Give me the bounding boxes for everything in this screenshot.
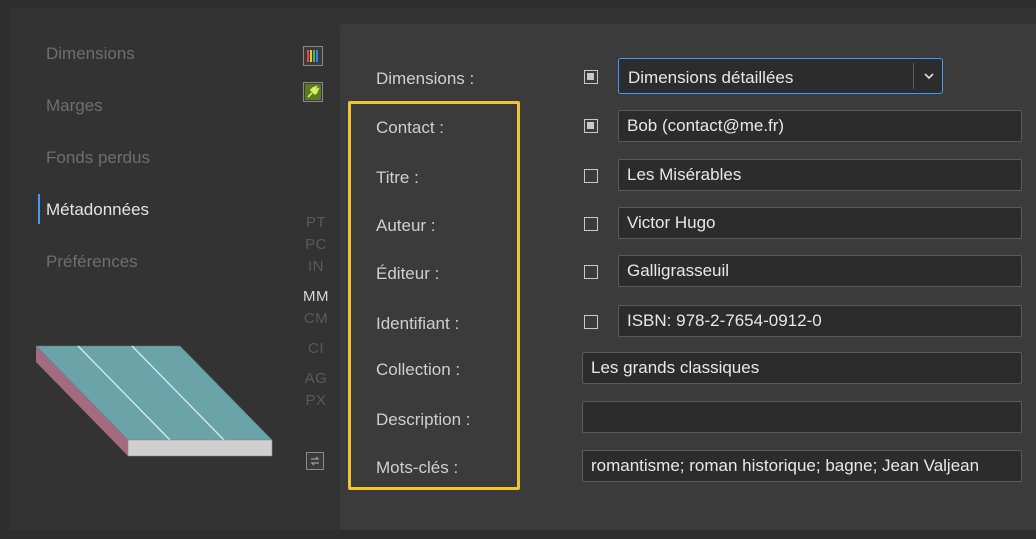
sidebar-item-dimensions[interactable]: Dimensions — [46, 44, 135, 64]
field-label-description: Description : — [376, 410, 471, 429]
field-label-mots-cles: Mots-clés : — [376, 458, 459, 477]
contact-input[interactable]: Bob (contact@me.fr) — [618, 110, 1022, 142]
dimensions-checkbox[interactable] — [584, 70, 598, 84]
unit-ci[interactable]: CI — [296, 340, 336, 357]
unit-px[interactable]: PX — [296, 392, 336, 409]
active-nav-indicator — [38, 194, 40, 224]
dimensions-select-value: Dimensions détaillées — [628, 68, 794, 87]
color-bars-icon — [307, 50, 318, 62]
app-frame: Dimensions Marges Fonds perdus Métadonné… — [10, 8, 1036, 530]
color-bars-button[interactable] — [303, 46, 323, 66]
unit-cm[interactable]: CM — [296, 310, 336, 327]
sidebar-item-fonds-perdus[interactable]: Fonds perdus — [46, 148, 150, 168]
titre-input[interactable]: Les Misérables — [618, 159, 1022, 191]
sidebar-item-preferences[interactable]: Préférences — [46, 252, 138, 272]
unit-in[interactable]: IN — [296, 258, 336, 275]
field-label-titre: Titre : — [376, 168, 419, 187]
mots-cles-input[interactable]: romantisme; roman historique; bagne; Jea… — [582, 450, 1022, 482]
sidebar-nav: Dimensions Marges Fonds perdus Métadonné… — [10, 8, 290, 308]
auteur-input[interactable]: Victor Hugo — [618, 207, 1022, 239]
plug-button[interactable] — [303, 82, 323, 102]
auteur-checkbox[interactable] — [584, 217, 598, 231]
identifiant-input[interactable]: ISBN: 978-2-7654-0912-0 — [618, 305, 1022, 337]
dimensions-select[interactable]: Dimensions détaillées — [618, 58, 943, 94]
sidebar-item-metadonnees[interactable]: Métadonnées — [46, 200, 149, 220]
select-divider — [913, 63, 914, 89]
unit-pc[interactable]: PC — [296, 236, 336, 253]
unit-ag[interactable]: AG — [296, 370, 336, 387]
sidebar-item-marges[interactable]: Marges — [46, 96, 103, 116]
book-preview-icon — [35, 345, 273, 457]
unit-pt[interactable]: PT — [296, 214, 336, 231]
field-label-identifiant: Identifiant : — [376, 314, 460, 333]
field-label-auteur: Auteur : — [376, 216, 436, 235]
field-label-dimensions: Dimensions : — [376, 69, 475, 88]
field-label-editeur: Éditeur : — [376, 264, 440, 283]
field-label-collection: Collection : — [376, 360, 461, 379]
swap-units-button[interactable] — [306, 452, 324, 470]
unit-mm[interactable]: MM — [296, 288, 336, 305]
contact-checkbox[interactable] — [584, 119, 598, 133]
swap-icon — [310, 456, 320, 466]
field-label-contact: Contact : — [376, 118, 445, 137]
chevron-down-icon[interactable] — [921, 68, 937, 84]
identifiant-checkbox[interactable] — [584, 315, 598, 329]
description-input[interactable] — [582, 401, 1022, 433]
editeur-checkbox[interactable] — [584, 265, 598, 279]
collection-input[interactable]: Les grands classiques — [582, 352, 1022, 384]
editeur-input[interactable]: Galligrasseuil — [618, 255, 1022, 287]
plug-icon — [305, 84, 321, 100]
titre-checkbox[interactable] — [584, 169, 598, 183]
